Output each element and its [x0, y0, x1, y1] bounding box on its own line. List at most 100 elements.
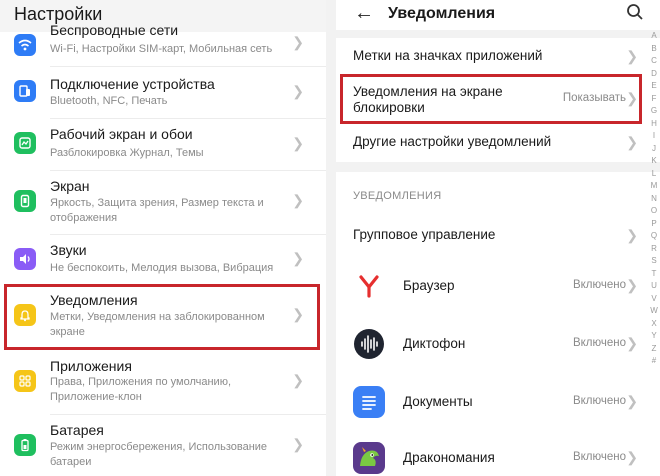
app-status: Включено [572, 337, 626, 349]
settings-item-device-connection[interactable]: Подключение устройства Bluetooth, NFC, П… [0, 72, 326, 118]
settings-item-subtitle: Не беспокоить, Мелодия вызова, Вибрация [50, 262, 274, 274]
app-status: Включено [572, 451, 626, 463]
alphabet-index-letter[interactable]: F [648, 93, 660, 106]
settings-item-display[interactable]: Экран Яркость, Защита зрения, Размер тек… [0, 174, 326, 232]
settings-item-subtitle: Bluetooth, NFC, Печать [50, 95, 168, 107]
alphabet-index[interactable]: A B C D E F G H I J K L M N O P Q R S T U V W X Y Z # [648, 30, 660, 368]
chevron-right-icon: ❯ [292, 436, 304, 452]
chevron-right-icon: ❯ [292, 250, 304, 266]
app-name: Дракономания [403, 450, 495, 465]
settings-item-title: Экран [50, 178, 90, 194]
settings-item-subtitle: Режим энергосбережения, Использование ба… [50, 441, 268, 468]
chevron-right-icon: ❯ [626, 335, 638, 351]
chevron-right-icon: ❯ [292, 34, 304, 50]
alphabet-index-letter[interactable]: V [648, 293, 660, 306]
app-name: Диктофон [403, 336, 466, 351]
chevron-right-icon: ❯ [292, 83, 304, 99]
settings-item-home-screen[interactable]: Рабочий экран и обои Разблокировка Журна… [0, 122, 326, 168]
app-row-documents[interactable]: Документы Включено ❯ [336, 384, 660, 420]
chevron-right-icon: ❯ [626, 227, 638, 243]
section-header: УВЕДОМЛЕНИЯ [353, 190, 442, 202]
alphabet-index-letter[interactable]: K [648, 155, 660, 168]
back-arrow-icon[interactable]: ← [354, 2, 374, 25]
alphabet-index-letter[interactable]: X [648, 318, 660, 331]
settings-item-battery[interactable]: Батарея Режим энергосбережения, Использо… [0, 418, 326, 476]
dragon-game-icon [353, 442, 385, 474]
chevron-right-icon: ❯ [626, 277, 638, 293]
setting-title: Метки на значках приложений [353, 48, 543, 63]
header-divider [336, 30, 660, 38]
alphabet-index-letter[interactable]: R [648, 243, 660, 256]
setting-other-notifications[interactable]: Другие настройки уведомлений ❯ [336, 124, 660, 162]
alphabet-index-letter[interactable]: G [648, 105, 660, 118]
alphabet-index-letter[interactable]: A [648, 30, 660, 43]
wifi-icon [14, 34, 36, 56]
settings-item-title: Приложения [50, 358, 132, 374]
home-screen-icon [14, 132, 36, 154]
documents-icon [353, 386, 385, 418]
battery-icon [14, 434, 36, 456]
alphabet-index-letter[interactable]: # [648, 355, 660, 368]
highlight-frame [340, 74, 642, 124]
alphabet-index-letter[interactable]: H [648, 118, 660, 131]
alphabet-index-letter[interactable]: D [648, 68, 660, 81]
notifications-panel: ← Уведомления Метки на значках приложени… [336, 0, 660, 476]
alphabet-index-letter[interactable]: N [648, 193, 660, 206]
app-row-browser[interactable]: Браузер Включено ❯ [336, 268, 660, 304]
settings-item-subtitle: Wi-Fi, Настройки SIM-карт, Мобильная сет… [50, 43, 273, 55]
chevron-right-icon: ❯ [626, 393, 638, 409]
divider [50, 118, 326, 119]
alphabet-index-letter[interactable]: Z [648, 343, 660, 356]
alphabet-index-letter[interactable]: B [648, 43, 660, 56]
settings-item-title: Подключение устройства [50, 76, 215, 92]
apps-icon [14, 370, 36, 392]
alphabet-index-letter[interactable]: W [648, 305, 660, 318]
app-row-dragonmania[interactable]: Дракономания Включено ❯ [336, 440, 660, 476]
settings-item-subtitle: Разблокировка Журнал, Темы [50, 147, 204, 159]
alphabet-index-letter[interactable]: U [648, 280, 660, 293]
alphabet-index-letter[interactable]: L [648, 168, 660, 181]
alphabet-index-letter[interactable]: C [648, 55, 660, 68]
app-row-recorder[interactable]: Диктофон Включено ❯ [336, 326, 660, 362]
settings-item-title: Звуки [50, 242, 87, 258]
chevron-right-icon: ❯ [626, 48, 638, 64]
chevron-right-icon: ❯ [626, 134, 638, 150]
alphabet-index-letter[interactable]: J [648, 143, 660, 156]
alphabet-index-letter[interactable]: O [648, 205, 660, 218]
divider [50, 170, 326, 171]
divider [50, 414, 326, 415]
settings-item-sounds[interactable]: Звуки Не беспокоить, Мелодия вызова, Виб… [0, 238, 326, 282]
alphabet-index-letter[interactable]: S [648, 255, 660, 268]
alphabet-index-letter[interactable]: M [648, 180, 660, 193]
app-name: Браузер [403, 278, 455, 293]
device-connect-icon [14, 80, 36, 102]
recorder-icon [353, 328, 385, 360]
alphabet-index-letter[interactable]: T [648, 268, 660, 281]
alphabet-index-letter[interactable]: Y [648, 330, 660, 343]
panel-gap [326, 0, 336, 476]
settings-item-apps[interactable]: Приложения Права, Приложения по умолчани… [0, 354, 326, 412]
search-icon[interactable] [626, 3, 644, 26]
setting-app-badges[interactable]: Метки на значках приложений ❯ [336, 38, 660, 76]
alphabet-index-letter[interactable]: I [648, 130, 660, 143]
chevron-right-icon: ❯ [292, 192, 304, 208]
setting-title: Другие настройки уведомлений [353, 134, 552, 149]
page-title: Уведомления [388, 5, 496, 22]
chevron-right-icon: ❯ [626, 449, 638, 465]
group-management-label: Групповое управление [353, 227, 496, 242]
settings-item-subtitle: Права, Приложения по умолчанию, Приложен… [50, 376, 232, 403]
settings-item-wireless[interactable]: Беспроводные сети Wi-Fi, Настройки SIM-к… [0, 22, 326, 64]
alphabet-index-letter[interactable]: P [648, 218, 660, 231]
group-management[interactable]: Групповое управление ❯ [336, 218, 660, 254]
alphabet-index-letter[interactable]: Q [648, 230, 660, 243]
app-status: Включено [572, 395, 626, 407]
divider [50, 66, 326, 67]
chevron-right-icon: ❯ [292, 135, 304, 151]
highlight-frame [4, 284, 320, 350]
notifications-header: ← Уведомления [336, 0, 660, 30]
app-status: Включено [572, 279, 626, 291]
alphabet-index-letter[interactable]: E [648, 80, 660, 93]
chevron-right-icon: ❯ [292, 372, 304, 388]
display-icon [14, 190, 36, 212]
settings-item-subtitle: Яркость, Защита зрения, Размер текста и … [50, 197, 264, 224]
